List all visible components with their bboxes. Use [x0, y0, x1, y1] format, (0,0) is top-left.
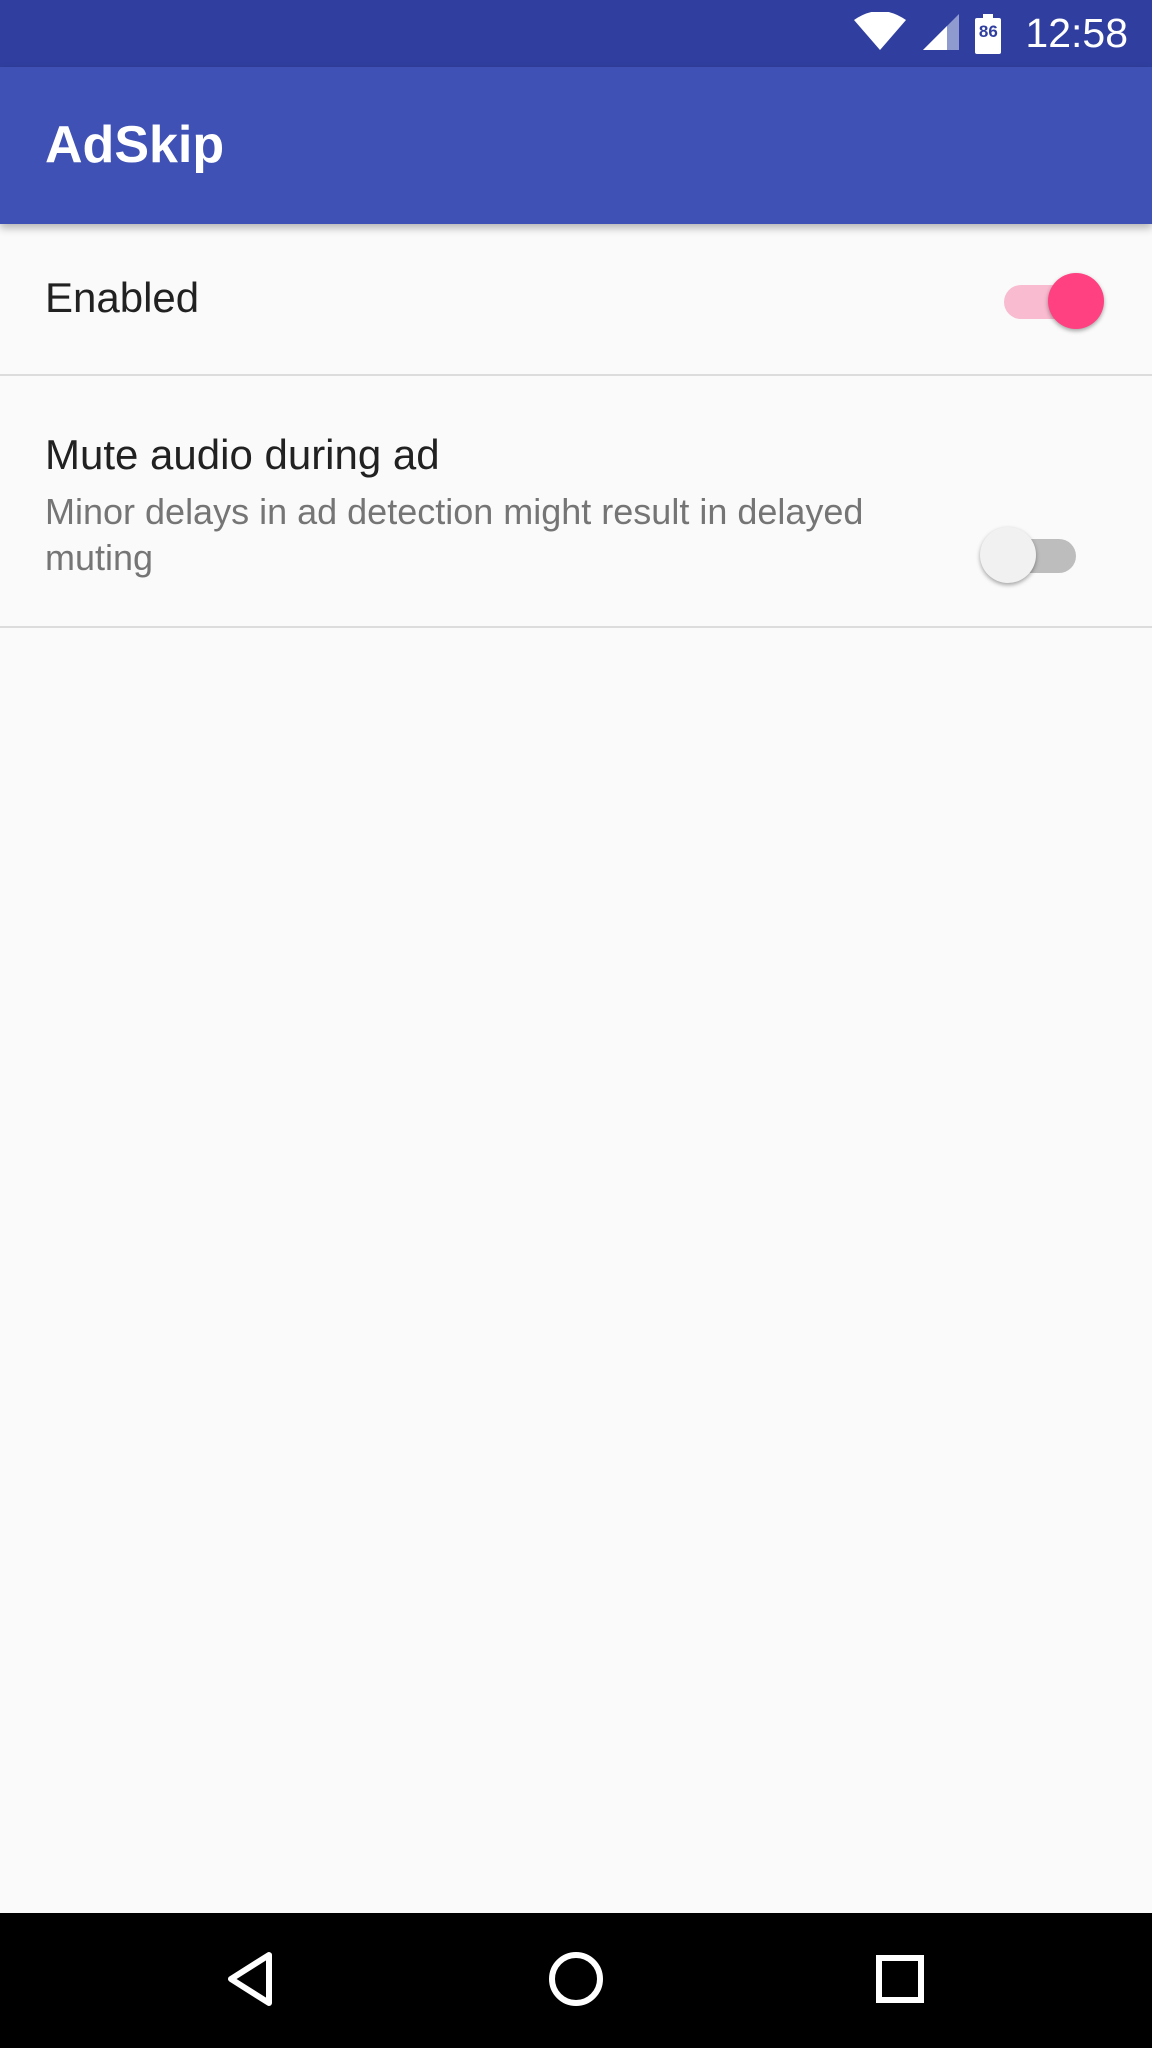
recents-icon [870, 1949, 930, 2013]
home-icon [546, 1949, 606, 2013]
pref-mute-audio[interactable]: Mute audio during ad Minor delays in ad … [0, 376, 1152, 628]
mute-audio-switch[interactable] [980, 523, 1080, 583]
battery-icon: 86 [975, 13, 1002, 54]
recents-button[interactable] [840, 1913, 960, 2048]
battery-level: 86 [978, 21, 998, 41]
app-bar: AdSkip [0, 67, 1152, 224]
back-button[interactable] [193, 1913, 313, 2048]
switch-thumb [1048, 273, 1104, 329]
settings-list: Enabled Mute audio during ad Minor delay… [0, 224, 1152, 628]
back-icon [223, 1949, 283, 2013]
wifi-icon [853, 10, 907, 56]
status-icons: 86 12:58 [853, 0, 1128, 67]
pref-title: Mute audio during ad [45, 431, 440, 478]
navigation-bar [0, 1913, 1152, 2048]
switch-thumb [980, 527, 1036, 583]
home-button[interactable] [516, 1913, 636, 2048]
pref-enabled[interactable]: Enabled [0, 224, 1152, 376]
enabled-switch[interactable] [1000, 269, 1104, 329]
status-bar: 86 12:58 [0, 0, 1152, 67]
pref-title: Enabled [45, 274, 200, 321]
cell-signal-icon [921, 12, 961, 56]
app-title: AdSkip [45, 116, 225, 174]
status-time: 12:58 [1025, 10, 1128, 56]
pref-summary: Minor delays in ad detection might resul… [45, 491, 864, 578]
